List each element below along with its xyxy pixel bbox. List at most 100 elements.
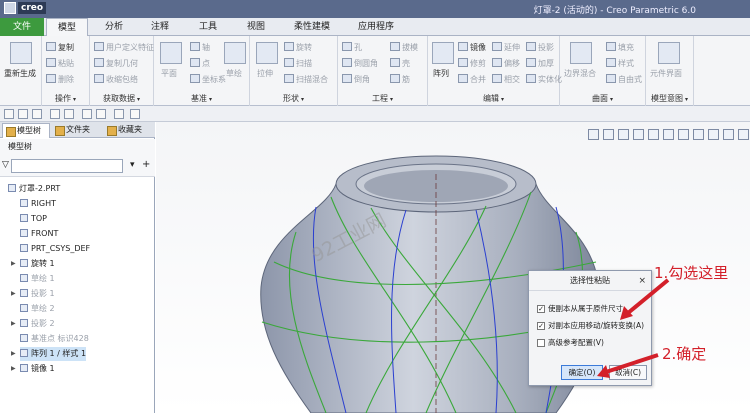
component-interface-button[interactable]: 元件界面 xyxy=(650,68,682,79)
tree-item[interactable]: ▶ 旋转 1 xyxy=(11,257,55,271)
group-label-model-intent[interactable]: 模型意图 xyxy=(646,93,693,104)
search-input[interactable] xyxy=(11,159,123,173)
tab-annotate[interactable]: 注释 xyxy=(140,18,180,36)
group-label-operations[interactable]: 操作 xyxy=(42,93,89,104)
boundary-blend-button[interactable]: 边界混合 xyxy=(564,68,596,79)
expand-icon[interactable]: ▶ xyxy=(11,347,16,361)
expand-icon[interactable]: ▶ xyxy=(11,317,16,331)
checkbox[interactable]: ✓ xyxy=(537,304,545,313)
tree-item[interactable]: PRT_CSYS_DEF xyxy=(20,242,90,256)
intersect-button[interactable]: 相交 xyxy=(492,74,520,85)
tree-item[interactable]: 草绘 2 xyxy=(20,302,55,316)
tab-model-tree[interactable]: 模型树 xyxy=(2,123,50,138)
style-button[interactable]: 样式 xyxy=(606,58,634,69)
merge-button[interactable]: 合并 xyxy=(458,74,486,85)
copy-button[interactable]: 复制 xyxy=(46,42,74,53)
save-icon[interactable] xyxy=(32,109,42,119)
add-column-icon[interactable]: + xyxy=(142,159,150,170)
group-label-editing[interactable]: 编辑 xyxy=(428,93,559,104)
tree-item[interactable]: 草绘 1 xyxy=(20,272,55,286)
tree-item[interactable]: 基准点 标识428 xyxy=(20,332,89,346)
project-button[interactable]: 投影 xyxy=(526,42,554,53)
open-icon[interactable] xyxy=(18,109,28,119)
point-button[interactable]: 点 xyxy=(190,58,210,69)
group-label-datum[interactable]: 基准 xyxy=(154,93,249,104)
tab-analysis[interactable]: 分析 xyxy=(94,18,134,36)
tab-folder-browser[interactable]: 文件夹 xyxy=(52,123,102,138)
tab-flexible-modeling[interactable]: 柔性建模 xyxy=(284,18,340,36)
settings-icon[interactable]: ▾ xyxy=(130,160,135,170)
group-label-surfaces[interactable]: 曲面 xyxy=(560,93,645,104)
undo-icon[interactable] xyxy=(50,109,60,119)
checkbox[interactable] xyxy=(537,338,545,347)
boundary-blend-icon[interactable] xyxy=(570,42,592,64)
group-label-shapes[interactable]: 形状 xyxy=(250,93,337,104)
close-window-icon[interactable] xyxy=(114,109,124,119)
freestyle-button[interactable]: 自由式 xyxy=(606,74,642,85)
sweep-button[interactable]: 扫描 xyxy=(284,58,312,69)
close-icon[interactable]: × xyxy=(638,271,646,291)
draft-button[interactable]: 拔模 xyxy=(390,42,418,53)
expand-icon[interactable]: ▶ xyxy=(11,362,16,376)
tab-view[interactable]: 视图 xyxy=(236,18,276,36)
tree-item[interactable]: ▶ 阵列 1 / 样式 1 xyxy=(11,347,87,361)
group-label-engineering[interactable]: 工程 xyxy=(338,93,427,104)
paste-button[interactable]: 粘贴 xyxy=(46,58,74,69)
plane-button[interactable]: 平面 xyxy=(161,68,177,79)
mirror-button[interactable]: 镜像 xyxy=(458,42,486,53)
tab-file[interactable]: 文件 xyxy=(0,18,44,36)
fill-button[interactable]: 填充 xyxy=(606,42,634,53)
tree-item[interactable]: RIGHT xyxy=(20,197,56,211)
cancel-button[interactable]: 取消(C) xyxy=(609,365,647,380)
dialog-option[interactable]: ✓ 使副本从属于原件尺寸 xyxy=(537,303,623,314)
pattern-icon[interactable] xyxy=(432,42,454,64)
dialog-option[interactable]: ✓ 对副本应用移动/旋转变换(A) xyxy=(537,320,644,331)
shrinkwrap-button[interactable]: 收缩包络 xyxy=(94,74,138,85)
tree-item[interactable]: 灯罩-2.PRT xyxy=(8,182,60,196)
axis-button[interactable]: 轴 xyxy=(190,42,210,53)
shell-button[interactable]: 壳 xyxy=(390,58,410,69)
chamfer-button[interactable]: 倒角 xyxy=(342,74,370,85)
hole-button[interactable]: 孔 xyxy=(342,42,362,53)
extrude-button[interactable]: 拉伸 xyxy=(257,68,273,79)
revolve-button[interactable]: 旋转 xyxy=(284,42,312,53)
tree-item[interactable]: FRONT xyxy=(20,227,58,241)
tab-favorites[interactable]: 收藏夹 xyxy=(104,123,154,138)
redo-icon[interactable] xyxy=(64,109,74,119)
trim-button[interactable]: 修剪 xyxy=(458,58,486,69)
component-interface-icon[interactable] xyxy=(658,42,680,64)
checkbox[interactable]: ✓ xyxy=(537,321,545,330)
tab-applications[interactable]: 应用程序 xyxy=(348,18,404,36)
udf-button[interactable]: 用户定义特征 xyxy=(94,42,154,53)
swept-blend-button[interactable]: 扫描混合 xyxy=(284,74,328,85)
regenerate-button[interactable]: 重新生成 xyxy=(4,68,36,79)
plane-icon[interactable] xyxy=(160,42,182,64)
tree-item[interactable]: ▶ 投影 1 xyxy=(11,287,55,301)
round-button[interactable]: 倒圆角 xyxy=(342,58,378,69)
filter-icon[interactable]: ▽ xyxy=(2,160,9,170)
sketch-button[interactable]: 草绘 xyxy=(226,68,242,79)
new-icon[interactable] xyxy=(4,109,14,119)
customize-icon[interactable] xyxy=(130,109,140,119)
copy-geometry-button[interactable]: 复制几何 xyxy=(94,58,138,69)
rib-button[interactable]: 筋 xyxy=(390,74,410,85)
offset-button[interactable]: 偏移 xyxy=(492,58,520,69)
thicken-button[interactable]: 加厚 xyxy=(526,58,554,69)
regenerate-small-icon[interactable] xyxy=(82,109,92,119)
solidify-button[interactable]: 实体化 xyxy=(526,74,562,85)
delete-button[interactable]: 删除 xyxy=(46,74,74,85)
ok-button[interactable]: 确定(O) xyxy=(561,365,603,380)
tree-item[interactable]: ▶ 投影 2 xyxy=(11,317,55,331)
tree-item[interactable]: ▶ 镜像 1 xyxy=(11,362,55,376)
extrude-icon[interactable] xyxy=(256,42,278,64)
windows-icon[interactable] xyxy=(96,109,106,119)
dialog-option[interactable]: 高级参考配置(V) xyxy=(537,337,604,348)
pattern-button[interactable]: 阵列 xyxy=(433,68,449,79)
expand-icon[interactable]: ▶ xyxy=(11,257,16,271)
regenerate-icon[interactable] xyxy=(10,42,32,64)
csys-button[interactable]: 坐标系 xyxy=(190,74,226,85)
sketch-icon[interactable] xyxy=(224,42,246,64)
extend-button[interactable]: 延伸 xyxy=(492,42,520,53)
group-label-get-data[interactable]: 获取数据 xyxy=(90,93,153,104)
tab-tools[interactable]: 工具 xyxy=(188,18,228,36)
